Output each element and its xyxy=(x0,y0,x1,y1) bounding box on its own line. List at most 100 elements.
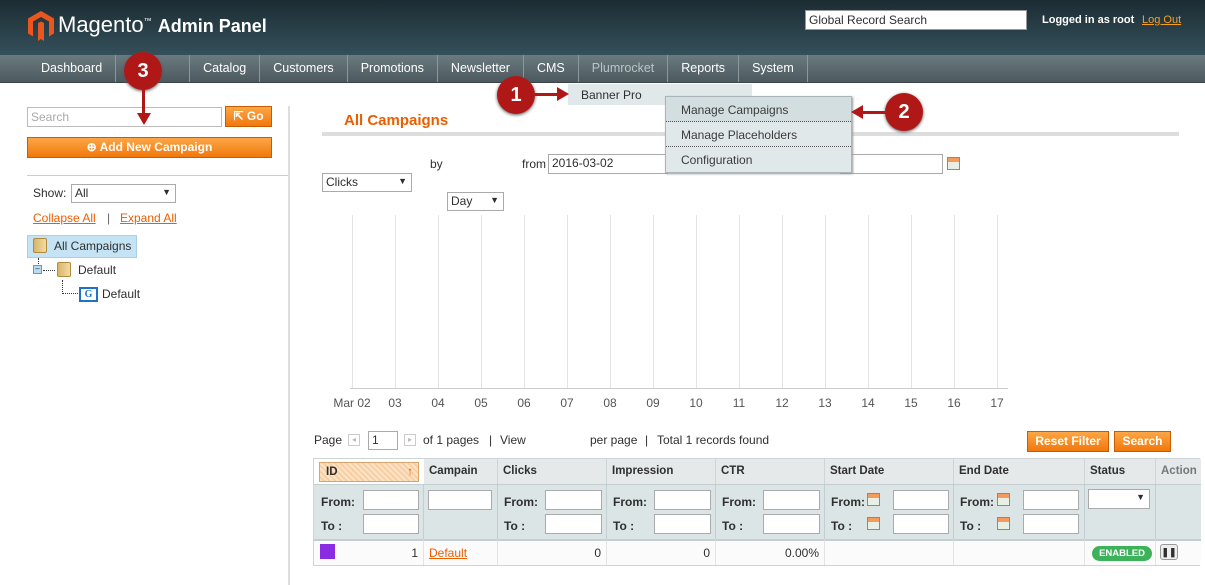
x-tick-label: 14 xyxy=(861,396,875,410)
start-from-input[interactable] xyxy=(893,490,949,510)
impression-to-input[interactable] xyxy=(654,514,711,534)
calendar-icon[interactable] xyxy=(867,517,880,530)
gridline xyxy=(395,215,396,388)
col-clicks[interactable]: Clicks xyxy=(498,459,607,484)
start-to-input[interactable] xyxy=(893,514,949,534)
calendar-icon[interactable] xyxy=(947,157,960,170)
menu-manage-campaigns[interactable]: Manage Campaigns xyxy=(666,97,851,122)
reset-filter-button[interactable]: Reset Filter xyxy=(1027,431,1109,452)
pause-icon[interactable]: ❚❚ xyxy=(1160,544,1178,560)
collapse-all-link[interactable]: Collapse All xyxy=(33,211,96,225)
cell-impression: 0 xyxy=(607,539,716,565)
nav-customers[interactable]: Customers xyxy=(260,55,348,82)
id-from-input[interactable] xyxy=(363,490,419,510)
main-nav: Dashboard Catalog Customers Promotions N… xyxy=(0,55,1205,83)
collapse-toggle-icon[interactable]: – xyxy=(33,265,42,274)
tree-line xyxy=(62,280,78,294)
period-select[interactable]: Day xyxy=(447,192,504,211)
arrow-head-icon xyxy=(137,113,151,125)
menu-manage-placeholders[interactable]: Manage Placeholders xyxy=(666,122,851,147)
logout-link[interactable]: Log Out xyxy=(1142,14,1181,26)
nav-promotions[interactable]: Promotions xyxy=(348,55,438,82)
gridline xyxy=(739,215,740,388)
total-records: Total 1 records found xyxy=(657,433,770,447)
nav-plumrocket[interactable]: Plumrocket xyxy=(579,55,669,82)
end-to-input[interactable] xyxy=(1023,514,1079,534)
gridline xyxy=(352,215,353,388)
col-id[interactable]: ID ↑ xyxy=(319,462,419,482)
to-date-input[interactable] xyxy=(840,154,943,174)
show-label: Show: xyxy=(33,186,67,200)
next-page-icon[interactable]: ▸ xyxy=(404,434,416,446)
nav-dashboard[interactable]: Dashboard xyxy=(28,55,117,82)
page-input[interactable]: 1 xyxy=(368,431,398,450)
go-button[interactable]: ⇱ Go xyxy=(225,106,272,127)
logged-in-text: Logged in as root xyxy=(1042,14,1135,26)
x-tick-label: 06 xyxy=(517,396,531,410)
gridline xyxy=(524,215,525,388)
prev-page-icon[interactable]: ◂ xyxy=(348,434,360,446)
gridline xyxy=(610,215,611,388)
calendar-icon[interactable] xyxy=(867,493,880,506)
clicks-to-input[interactable] xyxy=(545,514,602,534)
of-pages-text: of 1 pages xyxy=(423,433,480,447)
annotation-1: 1 xyxy=(497,76,535,114)
cell-action: ❚❚ xyxy=(1156,539,1201,565)
annotation-2: 2 xyxy=(885,93,923,131)
ctr-to-input[interactable] xyxy=(763,514,820,534)
x-tick-label: 15 xyxy=(904,396,918,410)
calendar-icon[interactable] xyxy=(997,517,1010,530)
cell-start-date xyxy=(825,539,954,565)
tree-default-folder[interactable]: Default xyxy=(78,263,116,277)
x-tick-label: 05 xyxy=(474,396,488,410)
filter-ctr: From: To : xyxy=(716,484,825,539)
impression-from-input[interactable] xyxy=(654,490,711,510)
x-tick-label: 13 xyxy=(818,396,832,410)
campaign-search-input[interactable]: Search xyxy=(27,107,222,127)
page-label: Page xyxy=(314,433,343,447)
ctr-from-input[interactable] xyxy=(763,490,820,510)
col-start-date[interactable]: Start Date xyxy=(825,459,954,484)
annotation-arrow xyxy=(142,88,145,116)
menu-configuration[interactable]: Configuration xyxy=(666,147,851,172)
col-ctr[interactable]: CTR xyxy=(716,459,825,484)
tree-default-campaign[interactable]: Default xyxy=(102,287,140,301)
id-to-input[interactable] xyxy=(363,514,419,534)
search-button[interactable]: Search xyxy=(1114,431,1171,452)
nav-catalog[interactable]: Catalog xyxy=(190,55,261,82)
end-from-input[interactable] xyxy=(1023,490,1079,510)
filter-action xyxy=(1156,484,1201,539)
gridline xyxy=(868,215,869,388)
cell-status: ENABLED xyxy=(1085,539,1156,565)
metric-select[interactable]: Clicks xyxy=(322,173,412,192)
nav-cms[interactable]: CMS xyxy=(524,55,579,82)
x-tick-label: 12 xyxy=(775,396,789,410)
status-badge[interactable]: ENABLED xyxy=(1092,546,1152,561)
col-status[interactable]: Status xyxy=(1085,459,1156,484)
annotation-arrow xyxy=(862,111,887,114)
show-select[interactable]: All xyxy=(71,184,176,203)
gridline xyxy=(997,215,998,388)
clicks-from-input[interactable] xyxy=(545,490,602,510)
from-date-input[interactable]: 2016-03-02 xyxy=(548,154,668,174)
filter-status xyxy=(1085,484,1156,539)
global-search-input[interactable]: Global Record Search xyxy=(805,10,1027,30)
calendar-icon[interactable] xyxy=(997,493,1010,506)
gridline xyxy=(438,215,439,388)
magento-logo-icon xyxy=(28,11,54,41)
page-title: All Campaigns xyxy=(344,112,449,129)
gridline xyxy=(825,215,826,388)
col-impression[interactable]: Impression xyxy=(607,459,716,484)
cell-end-date xyxy=(954,539,1085,565)
nav-reports[interactable]: Reports xyxy=(668,55,740,82)
separator: | xyxy=(489,433,493,447)
status-filter-select[interactable] xyxy=(1088,489,1150,509)
col-campaign[interactable]: Campain xyxy=(424,459,498,484)
add-new-campaign-button[interactable]: ⊕ Add New Campaign xyxy=(27,137,272,158)
expand-all-link[interactable]: Expand All xyxy=(120,211,177,225)
campaign-link[interactable]: Default xyxy=(429,546,467,560)
nav-system[interactable]: System xyxy=(739,55,808,82)
campaign-filter-input[interactable] xyxy=(428,490,492,510)
cell-clicks: 0 xyxy=(498,539,607,565)
col-end-date[interactable]: End Date xyxy=(954,459,1085,484)
